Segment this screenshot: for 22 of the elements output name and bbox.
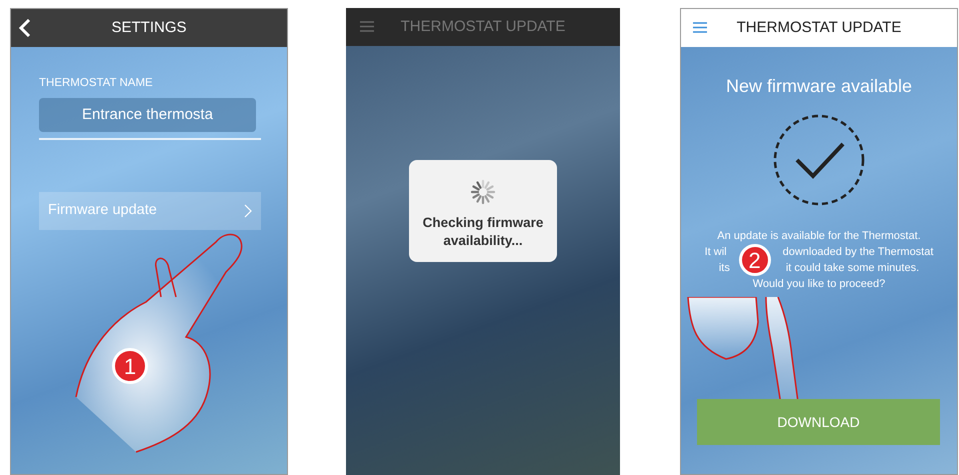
- message-text: downloaded by the Thermostat: [782, 244, 934, 260]
- download-button[interactable]: DOWNLOAD: [697, 399, 940, 445]
- spinner-icon: [469, 178, 497, 206]
- step-badge: 2: [738, 244, 771, 276]
- screen-title: SETTINGS: [111, 18, 186, 38]
- name-field[interactable]: Entrance thermosta: [39, 98, 256, 132]
- message-text: An update is available for the Thermostat.: [717, 228, 921, 244]
- check-circle-icon: [773, 114, 865, 206]
- message-text: it could take some minutes.: [786, 260, 920, 276]
- menu-icon[interactable]: [360, 21, 374, 32]
- menu-icon[interactable]: [693, 22, 707, 33]
- message-text: It wil: [704, 244, 727, 260]
- screen-title: THERMOSTAT UPDATE: [400, 16, 566, 37]
- back-icon[interactable]: [19, 19, 31, 37]
- menu-item[interactable]: Firmware update: [39, 192, 261, 230]
- field-label: THERMOSTAT NAME: [39, 76, 154, 91]
- dialog-message: Checking firmware availability...: [422, 214, 544, 250]
- message-text: its: [718, 260, 730, 276]
- chevron-icon: [244, 204, 252, 218]
- message-text: Would you like to proceed?: [752, 276, 886, 292]
- screen-heading: New firmware available: [724, 75, 914, 98]
- screen-title: THERMOSTAT UPDATE: [736, 18, 902, 38]
